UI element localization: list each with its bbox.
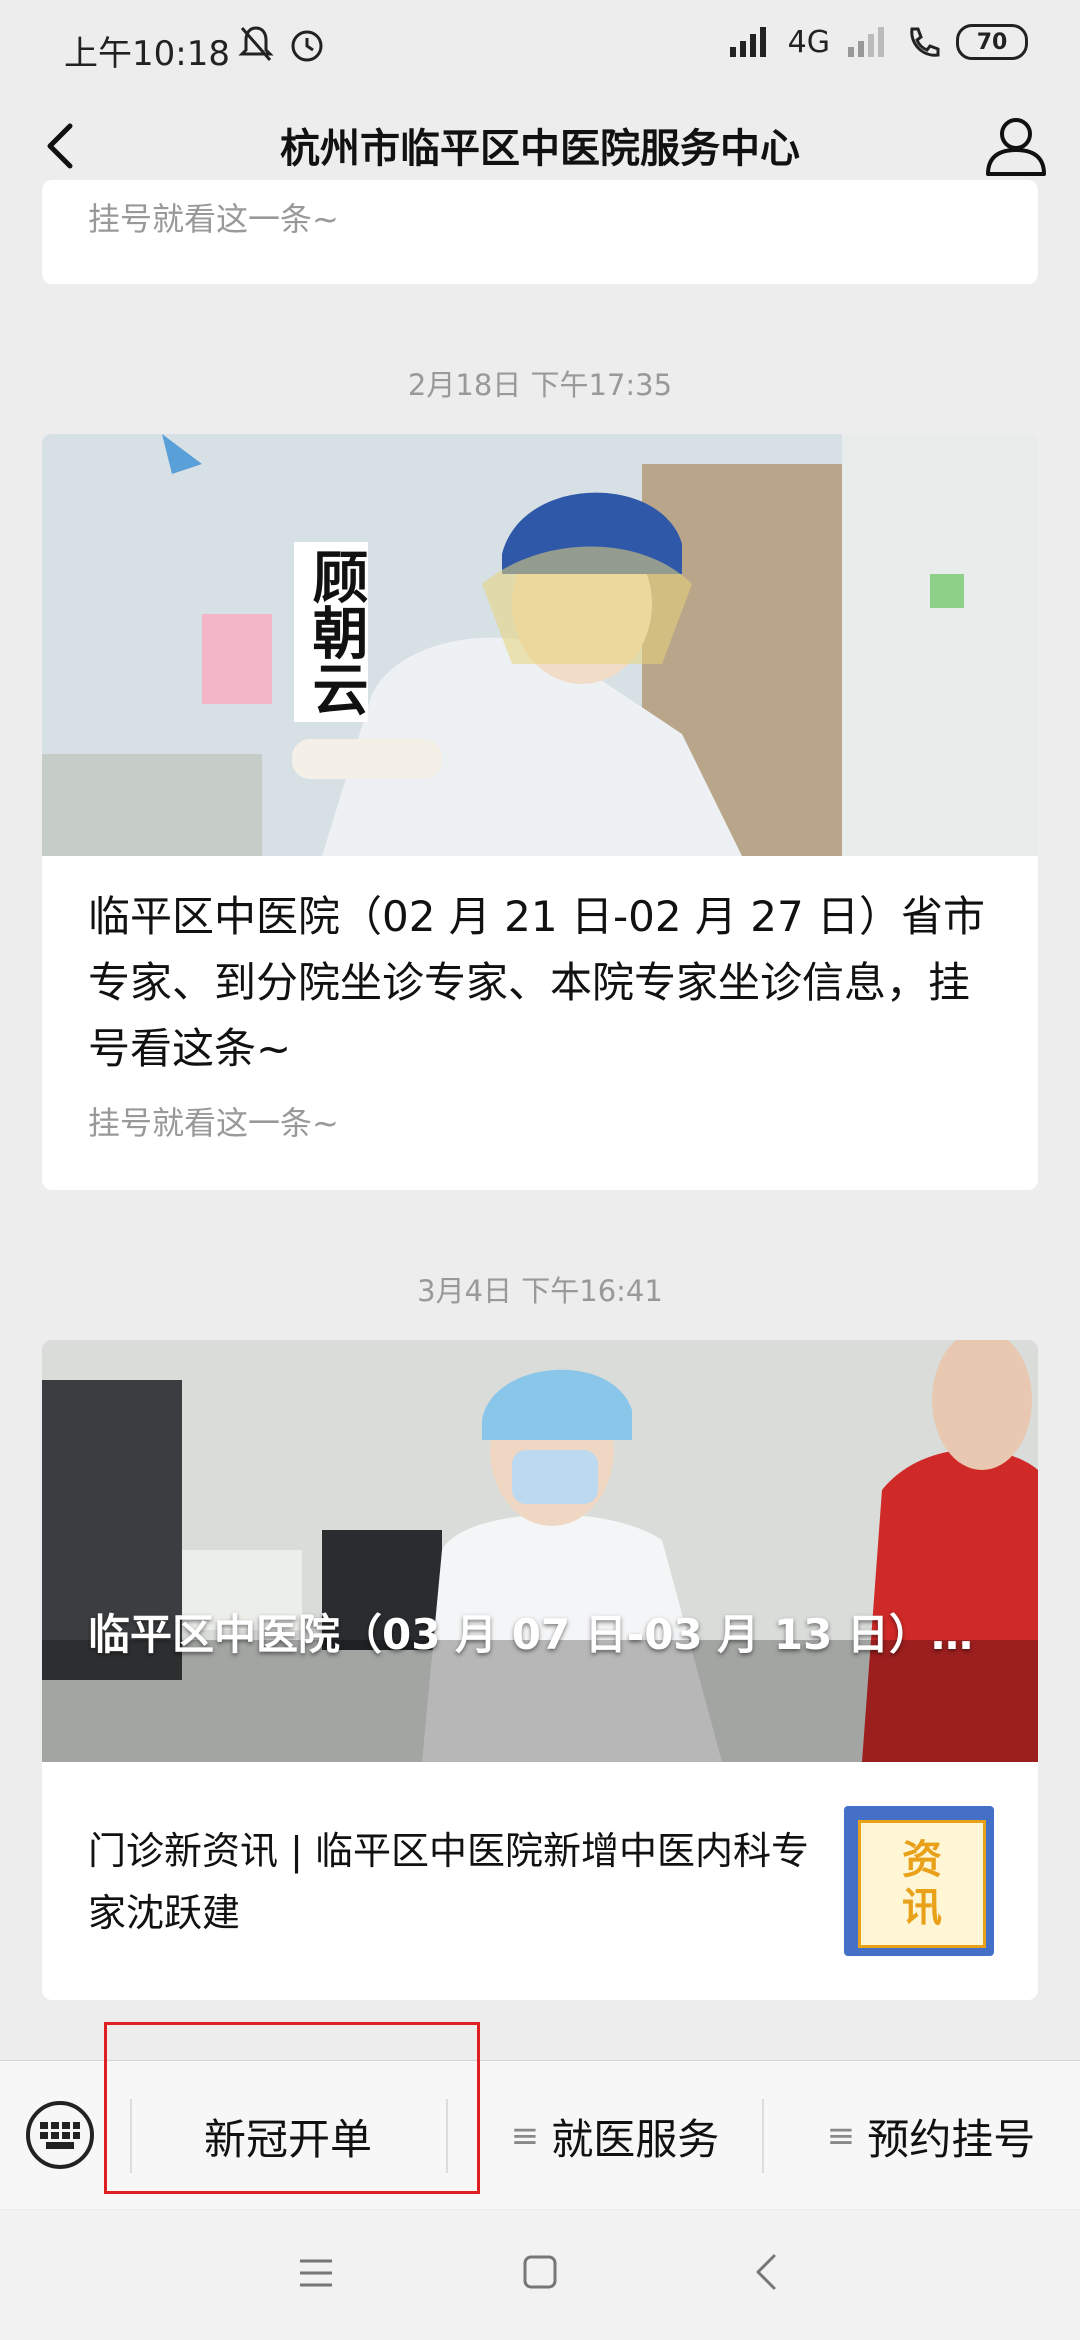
article-card-partial[interactable]: 挂号就看这一条~ xyxy=(42,180,1038,284)
article-title: 临平区中医院（02 月 21 日-02 月 27 日）省市专家、到分院坐诊专家、… xyxy=(88,892,986,1073)
menu-divider xyxy=(762,2099,764,2173)
keyboard-icon xyxy=(40,2122,80,2149)
article-item-title: 门诊新资讯 | 临平区中医院新增中医内科专家沈跃建 xyxy=(88,1829,809,1935)
message-timestamp: 2月18日 下午17:35 xyxy=(407,368,673,402)
keyboard-toggle-icon[interactable] xyxy=(26,2101,94,2169)
menu-item-medical-services[interactable]: ≡ 就医服务 xyxy=(470,2101,760,2171)
message-timestamp: 3月4日 下午16:41 xyxy=(417,1274,663,1308)
alarm-icon xyxy=(291,30,323,62)
battery-indicator: 70 xyxy=(956,24,1028,60)
article-subtitle: 挂号就看这一条~ xyxy=(88,1104,339,1142)
user-profile-icon[interactable] xyxy=(980,110,1052,182)
menu-list-icon: ≡ xyxy=(510,2116,540,2156)
battery-level: 70 xyxy=(976,29,1008,55)
menu-item-label: 就医服务 xyxy=(551,2114,720,2164)
page-title: 杭州市临平区中医院服务中心 xyxy=(280,126,800,172)
article-card-multi: 临平区中医院（03 月 07 日-03 月 13 日）省市专家、到分院坐诊专家、… xyxy=(42,1340,1038,2000)
home-icon[interactable] xyxy=(522,2254,558,2290)
menu-list-icon: ≡ xyxy=(826,2116,856,2156)
status-right-icons: 4G 70 xyxy=(728,24,1028,60)
status-time: 上午10:18 xyxy=(64,34,230,74)
article-cover-image[interactable]: 临平区中医院（03 月 07 日-03 月 13 日）省市专家、到分院坐诊专家、… xyxy=(42,1340,1038,1762)
dentist-photo xyxy=(42,434,1038,856)
image-caption: 顾朝云 xyxy=(294,542,368,722)
status-bar: 上午10:18 4G 70 xyxy=(0,0,1080,92)
thumbnail-badge: 资 讯 xyxy=(858,1820,986,1948)
bell-muted-icon xyxy=(238,26,274,61)
signal-weak-icon xyxy=(848,27,884,57)
highlight-box xyxy=(104,2022,480,2194)
menu-item-label: 预约挂号 xyxy=(867,2114,1036,2164)
phone-icon xyxy=(910,27,940,57)
menu-icon[interactable] xyxy=(298,2256,334,2290)
thumb-char-2: 讯 xyxy=(902,1885,942,1931)
signal-icon xyxy=(729,27,766,57)
system-nav-bar xyxy=(0,2210,1080,2340)
back-nav-icon[interactable] xyxy=(752,2252,780,2292)
article-thumbnail: 资 讯 xyxy=(844,1806,994,1956)
status-left-icons xyxy=(238,24,326,64)
article-subtitle: 挂号就看这一条~ xyxy=(88,200,339,238)
article-card[interactable]: 顾朝云 临平区中医院（02 月 21 日-02 月 27 日）省市专家、到分院坐… xyxy=(42,434,1038,1190)
menu-item-appointment[interactable]: ≡ 预约挂号 xyxy=(786,2101,1076,2171)
network-type: 4G xyxy=(787,24,830,60)
thumb-char-1: 资 xyxy=(902,1837,942,1883)
cover-title: 临平区中医院（03 月 07 日-03 月 13 日）省市专家、到分院坐诊专家、… xyxy=(88,1610,998,1659)
article-list-item[interactable]: 门诊新资讯 | 临平区中医院新增中医内科专家沈跃建 资 讯 xyxy=(42,1762,1038,2000)
article-cover-image[interactable]: 顾朝云 xyxy=(42,434,1038,856)
doctor-consultation-photo xyxy=(42,1340,1038,1762)
